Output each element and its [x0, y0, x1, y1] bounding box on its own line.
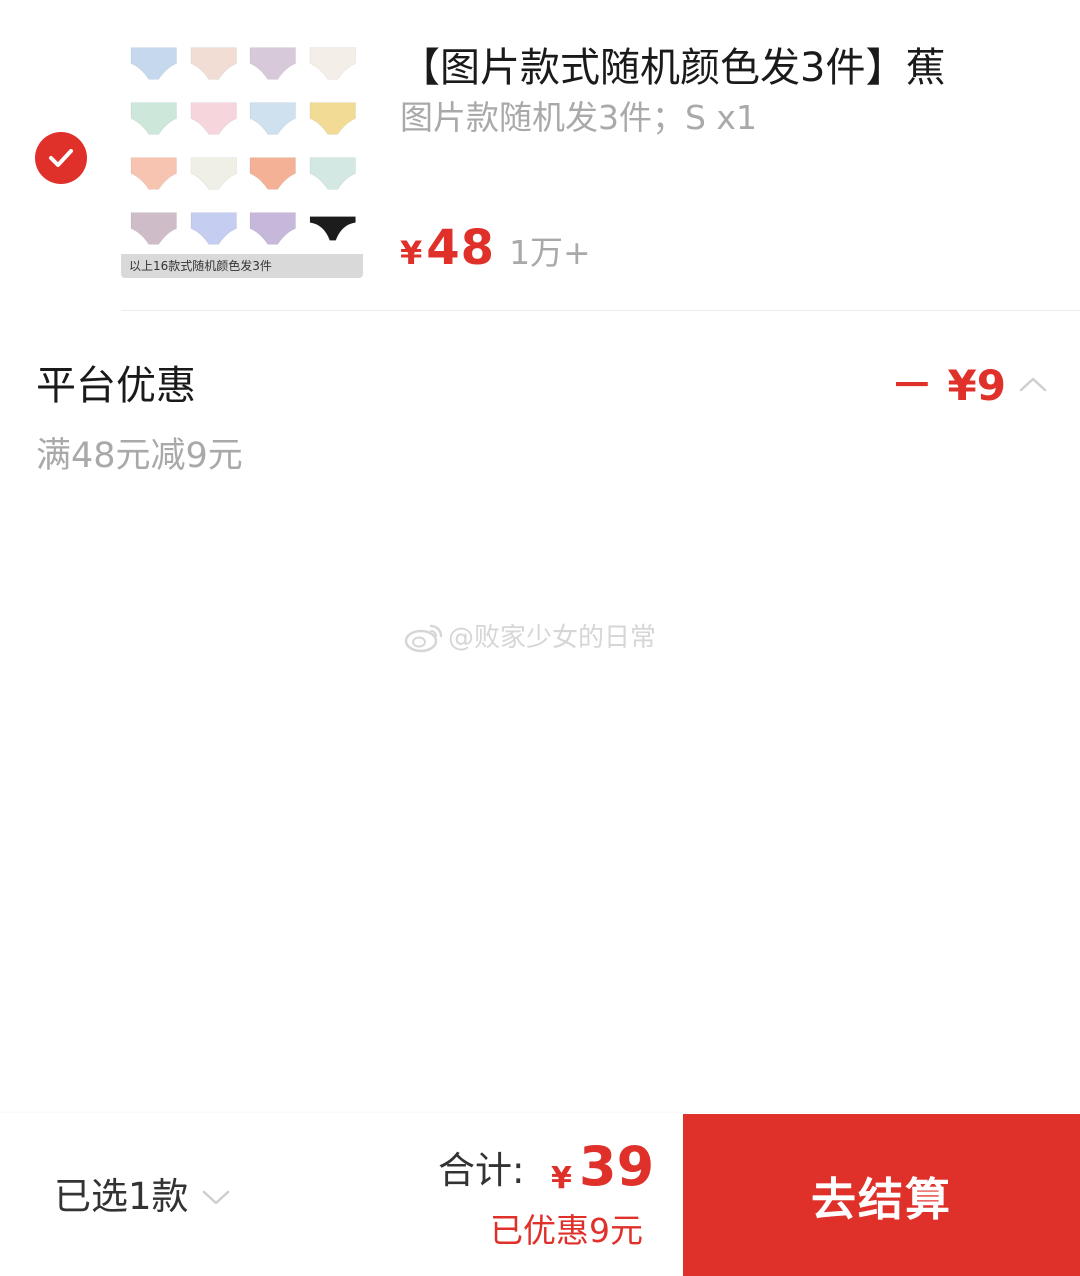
product-swatch	[130, 102, 177, 135]
thumbnail-caption: 以上16款式随机颜色发3件	[121, 254, 363, 278]
platform-discount-amount[interactable]: － ¥9	[891, 360, 1006, 412]
total-label: 合计:	[438, 1149, 525, 1192]
item-checkbox[interactable]	[35, 132, 87, 184]
selected-count-toggle[interactable]: 已选1款	[54, 1173, 231, 1221]
product-thumbnail[interactable]: 以上16款式随机颜色发3件	[121, 38, 363, 278]
total-value: 39	[579, 1135, 655, 1198]
item-divider	[121, 310, 1080, 311]
product-swatch	[130, 157, 177, 190]
platform-discount-rule: 满48元减9元	[36, 436, 243, 476]
chevron-up-icon[interactable]	[1018, 374, 1048, 394]
product-swatch	[130, 47, 177, 80]
product-swatch	[190, 212, 237, 245]
cart-item[interactable]: 以上16款式随机颜色发3件 【图片款式随机颜色发3件】蕉 图片款随机发3件；S …	[0, 0, 1080, 312]
product-swatch	[309, 102, 356, 135]
product-swatch	[309, 47, 356, 80]
price-currency: ¥	[400, 234, 423, 272]
product-swatch	[190, 102, 237, 135]
product-swatch	[249, 47, 296, 80]
product-swatch	[190, 157, 237, 190]
total-currency: ¥	[551, 1161, 572, 1196]
chevron-down-icon	[202, 1190, 229, 1205]
product-swatch	[309, 216, 356, 241]
product-swatch-grid	[125, 40, 361, 252]
product-title[interactable]: 【图片款式随机颜色发3件】蕉	[400, 40, 1080, 96]
price-value: 48	[426, 220, 496, 276]
platform-discount-title: 平台优惠	[36, 363, 196, 409]
selected-count-label: 已选1款	[54, 1175, 189, 1218]
checkmark-icon	[49, 149, 73, 167]
product-swatch	[309, 157, 356, 190]
product-swatch	[130, 212, 177, 245]
weibo-logo-icon	[404, 624, 443, 653]
product-swatch	[249, 102, 296, 135]
product-swatch	[190, 47, 237, 80]
product-swatch	[249, 212, 296, 245]
sales-count: 1万+	[509, 233, 591, 272]
watermark: @败家少女的日常	[404, 620, 656, 656]
product-spec[interactable]: 图片款随机发3件；S x1	[400, 96, 757, 140]
watermark-text: @败家少女的日常	[448, 623, 657, 653]
saved-amount: 已优惠9元	[490, 1211, 643, 1250]
bottom-checkout-bar: 已选1款 合计: ¥ 39 已优惠9元 去结算	[0, 1113, 1080, 1276]
checkout-button[interactable]: 去结算	[683, 1114, 1080, 1276]
product-swatch	[249, 157, 296, 190]
price-line: ¥ 48 1万+	[400, 220, 591, 280]
